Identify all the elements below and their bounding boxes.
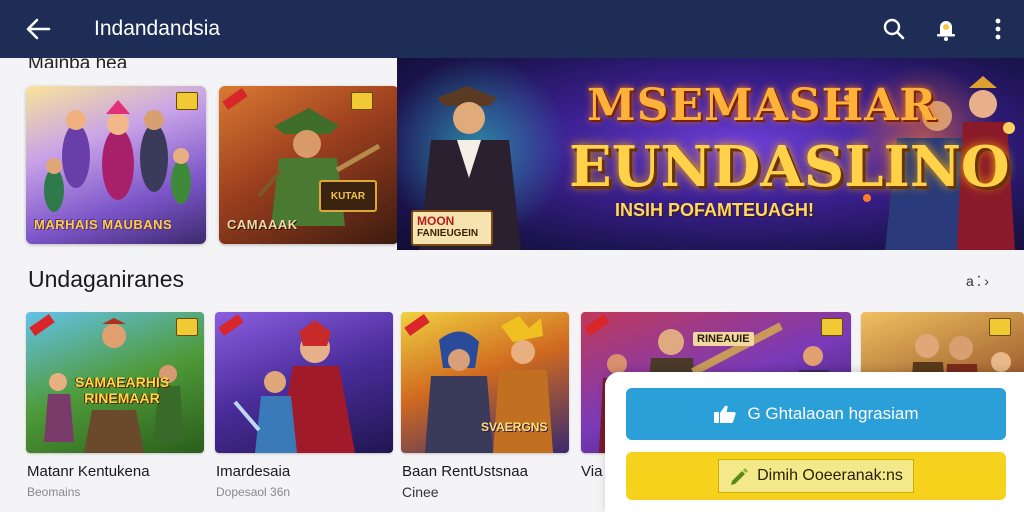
card-caption: MARHAIS MAUBANS: [34, 217, 173, 232]
back-arrow-icon: [26, 18, 51, 40]
app-title: Indandandsia: [94, 17, 221, 40]
badge-icon: [821, 318, 843, 336]
hero-banner[interactable]: MSEMASHAR EUNDASLINO INSIH POFAMTEUAGH! …: [397, 58, 1024, 250]
see-more-label: a: [966, 273, 974, 289]
section-title: Undaganiranes: [28, 266, 185, 292]
game-caption: RINEAUIE: [693, 332, 754, 346]
badge-icon: [989, 318, 1011, 336]
pencil-icon: [731, 468, 749, 485]
banner-title-line1: MSEMASHAR: [587, 80, 937, 131]
game-subtitle: Cinee: [402, 484, 439, 500]
game-title[interactable]: Baan RentUstsnaa: [402, 463, 528, 480]
banner-subtitle: INSIH POFAMTEUAGH!: [615, 200, 815, 220]
badge-icon: [176, 92, 198, 110]
notification-icon: [937, 21, 955, 41]
sign-line2: FANIEUGEIN: [417, 228, 479, 239]
dots-icon: ⁚: [976, 272, 982, 289]
banner-sign: MOON FANIEUGEIN: [411, 210, 493, 246]
sign-line1: MOON: [417, 214, 455, 228]
more-options-button[interactable]: [972, 0, 1024, 58]
game-subtitle: Dopesaol 36n: [216, 485, 291, 499]
badge-icon: [176, 318, 198, 336]
primary-action-button[interactable]: G Ghtalaoan hgrasiam: [626, 388, 1006, 440]
see-more-button[interactable]: a ⁚ ›: [966, 270, 1010, 292]
badge-icon: [351, 92, 373, 110]
game-card[interactable]: SVAERGNS: [401, 312, 569, 453]
more-vert-icon: [995, 18, 1001, 40]
main-content: Mainba hea MARHAIS MAUBANS KUTAR CAMAAAK…: [0, 53, 1024, 512]
primary-action-label: G Ghtalaoan hgrasiam: [747, 404, 919, 423]
game-illustration: [233, 320, 355, 453]
banner-title-line2: EUNDASLINO: [569, 134, 1010, 200]
game-title[interactable]: Via: [581, 463, 602, 480]
game-subtitle: Beomains: [27, 485, 81, 499]
back-button[interactable]: [0, 0, 76, 58]
app-screen: Indandandsia Mainba hea MARHAIS MAUBANS …: [0, 0, 1024, 512]
chevron-right-icon: ›: [984, 273, 989, 289]
game-caption: SAMAEARHIS RINEMAAR: [74, 374, 170, 406]
featured-game-card[interactable]: MARHAIS MAUBANS: [26, 86, 206, 244]
game-card[interactable]: [215, 312, 393, 453]
secondary-action-label: Dimih Ooeeranak:ns: [757, 467, 903, 484]
game-title[interactable]: Matanr Kentukena: [27, 463, 150, 480]
thumbs-up-icon: [714, 405, 737, 423]
card-caption: CAMAAAK: [227, 217, 298, 232]
card-plaque: KUTAR: [319, 180, 377, 212]
game-title[interactable]: Imardesaia: [216, 463, 290, 480]
top-app-bar: Indandandsia: [0, 0, 1024, 58]
search-icon: [883, 18, 905, 40]
featured-game-card[interactable]: KUTAR CAMAAAK: [219, 86, 399, 244]
action-panel: G Ghtalaoan hgrasiam Dimih Ooeeranak:ns: [605, 372, 1024, 512]
search-button[interactable]: [868, 0, 920, 58]
secondary-action-button[interactable]: Dimih Ooeeranak:ns: [626, 452, 1006, 500]
notification-button[interactable]: [920, 0, 972, 58]
game-card[interactable]: SAMAEARHIS RINEMAAR: [26, 312, 204, 453]
secondary-action-inner: Dimih Ooeeranak:ns: [718, 459, 914, 493]
game-caption: SVAERGNS: [481, 420, 548, 434]
